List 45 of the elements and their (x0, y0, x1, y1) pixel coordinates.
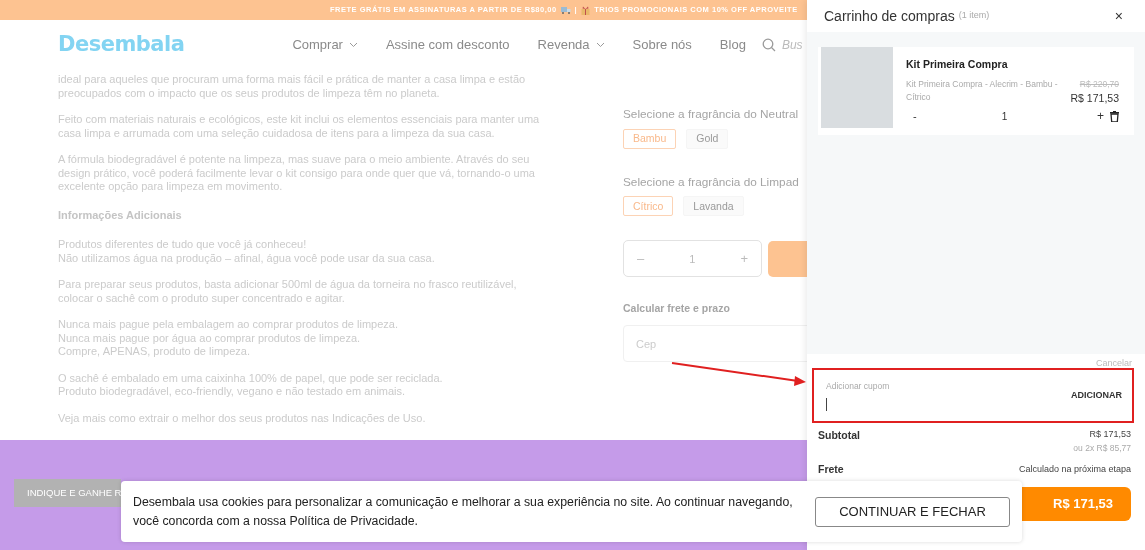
close-button[interactable]: × (1114, 5, 1123, 27)
trash-icon[interactable] (1110, 110, 1119, 122)
shipping-calc-label: Calcular frete e prazo (623, 301, 731, 317)
product-name: Kit Primeira Compra (906, 57, 1009, 72)
shipping-label: Frete (818, 462, 844, 478)
fragrance-option[interactable]: Cítrico (623, 196, 674, 217)
fragrance-label: Selecione a fragrância do Neutral (623, 106, 800, 123)
coupon-field[interactable]: Adicionar cupom ADICIONAR (812, 368, 1134, 423)
subtotal-label: Subtotal (818, 428, 860, 443)
subtotal-value: R$ 171,53 (1089, 428, 1131, 441)
truck-icon (560, 6, 571, 14)
search-icon[interactable] (761, 38, 776, 52)
quantity-value: 1 (689, 251, 696, 267)
nav-link[interactable]: Revenda (537, 35, 605, 55)
nav-link[interactable]: Blog (719, 35, 746, 55)
coupon-placeholder: Adicionar cupom (826, 380, 891, 393)
accept-cookies-button[interactable]: CONTINUAR E FECHAR (815, 496, 1010, 527)
fragrance-option[interactable]: Gold (686, 128, 729, 149)
cart-title: Carrinho de compras (824, 6, 955, 26)
increment-button[interactable]: + (740, 249, 748, 269)
text-cursor (826, 397, 827, 411)
add-coupon-button[interactable]: ADICIONAR (1071, 388, 1122, 403)
search-field[interactable]: Bus (781, 36, 806, 54)
quantity-value: 1 (1001, 109, 1008, 124)
installments-text: ou 2x R$ 85,77 (1073, 441, 1131, 455)
item-price: R$ 171,53 (1070, 90, 1119, 106)
cart-count: (1 item) (958, 9, 990, 23)
fragrance-label: Selecione a fragrância do Limpad (623, 173, 800, 191)
increment-button[interactable]: + (1097, 107, 1104, 126)
product-variant: Kit Primeira Compra - Alecrim - Bambu - Cítrico (906, 77, 1059, 104)
gift-icon (581, 5, 591, 15)
decrement-button[interactable]: - (913, 108, 917, 125)
nav-link[interactable]: Assine com desconto (385, 35, 510, 55)
fragrance-option[interactable]: Bambu (623, 128, 677, 149)
nav-link[interactable]: Comprar (292, 35, 358, 55)
fragrance-option[interactable]: Lavanda (683, 196, 744, 217)
cancel-link[interactable]: Cancelar (1095, 358, 1132, 368)
referral-button[interactable]: INDIQUE E GANHE R (14, 479, 121, 507)
quantity-stepper[interactable]: – 1 + (623, 240, 762, 278)
cookie-notice-text: Desembala usa cookies para personalizar a comunicação e melhorar a sua experiência no site. Ao continuar navegando, você concorda com a nossa Política de Privacidade. (133, 493, 793, 530)
old-price: R$ 220,70 (1079, 77, 1119, 91)
nav-link[interactable]: Sobre nós (632, 35, 692, 55)
section-heading: Informações Adicionais (58, 207, 183, 223)
shipping-value: Calculado na próxima etapa (1018, 463, 1131, 477)
decrement-button[interactable]: – (637, 249, 645, 269)
